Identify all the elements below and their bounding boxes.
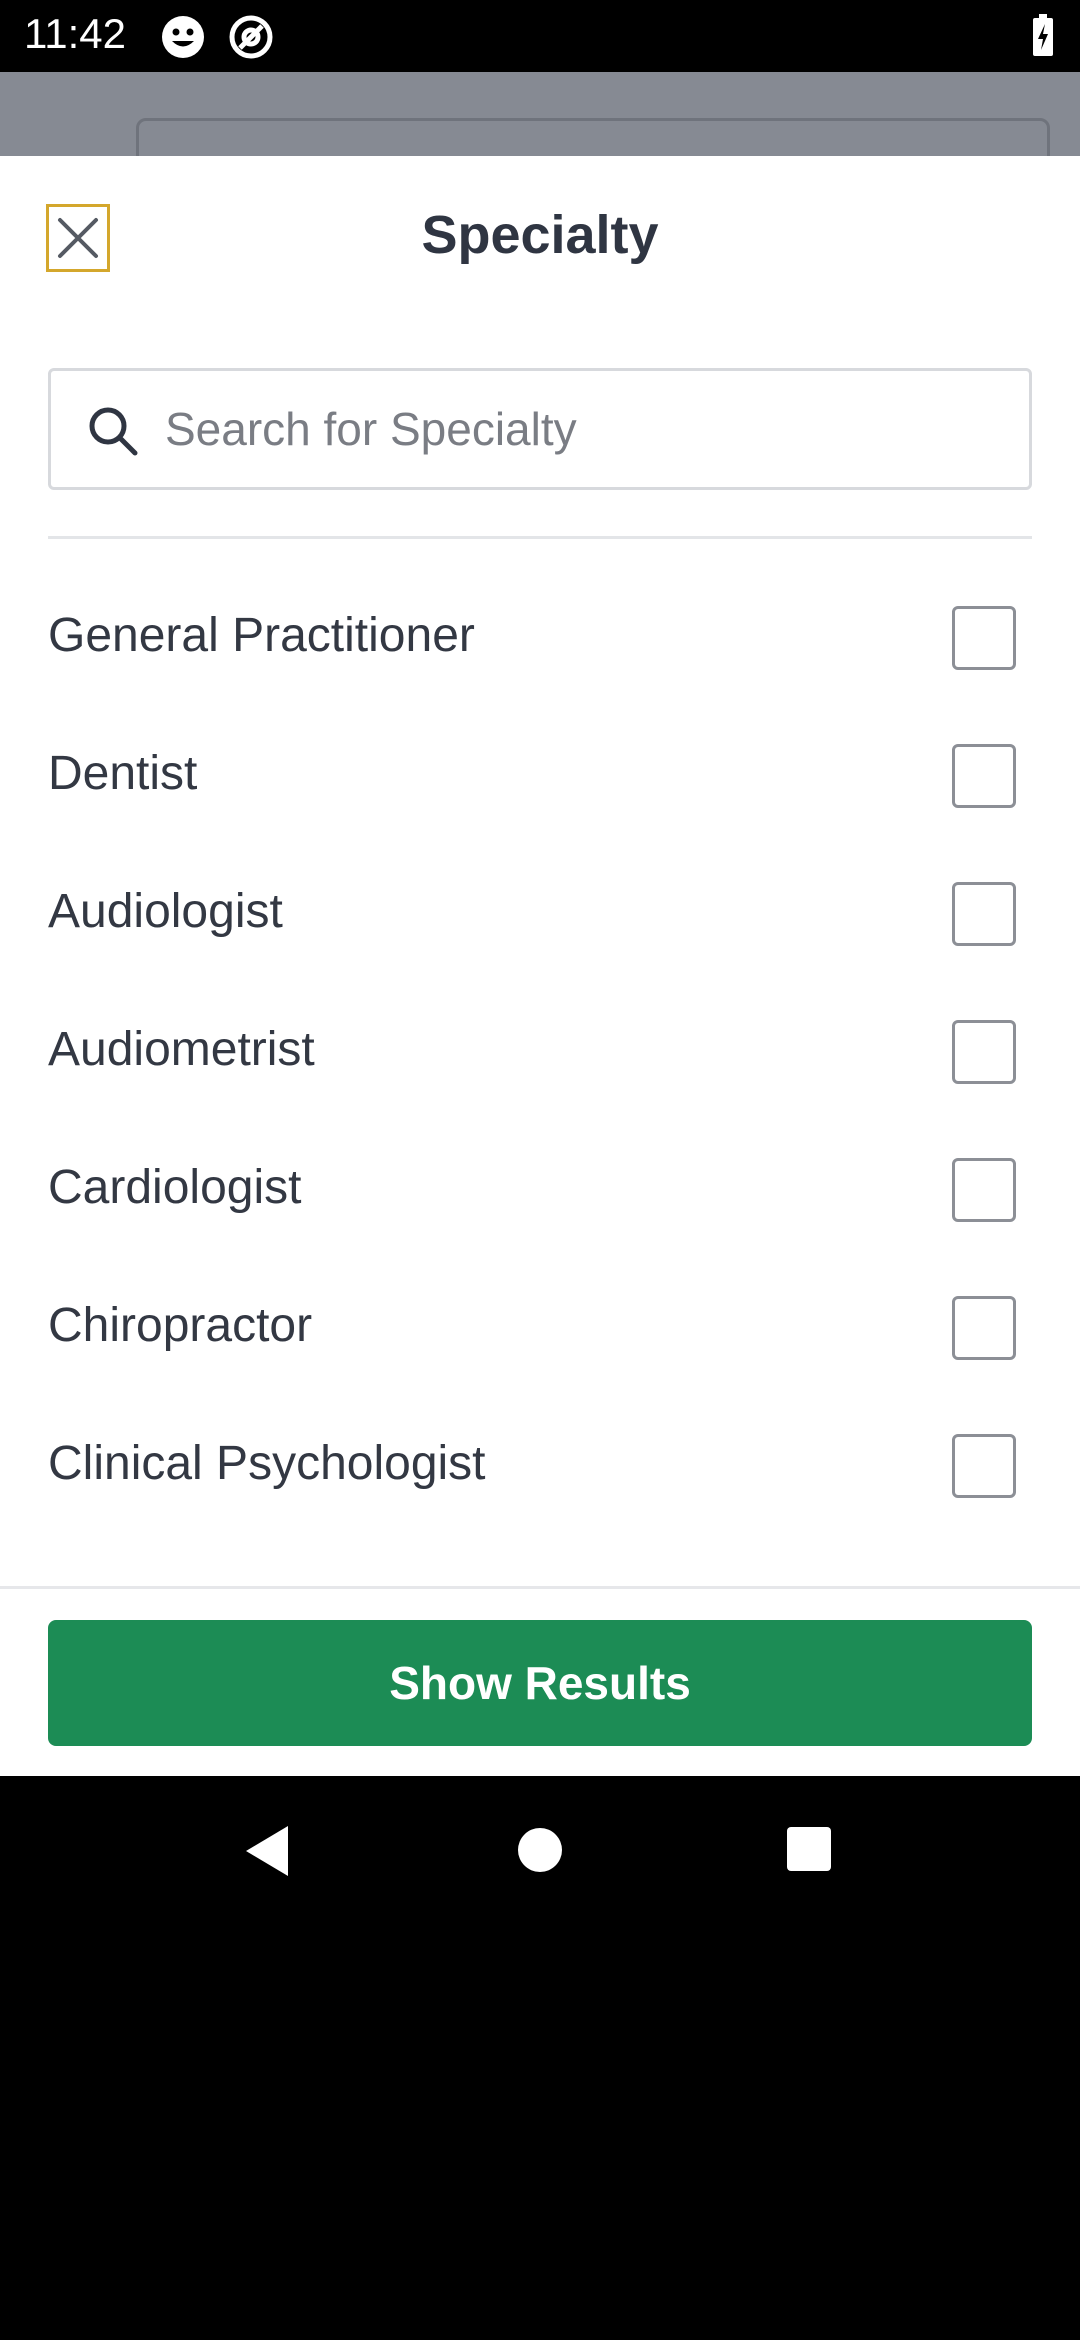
backdrop-field [136,118,1050,156]
at-sign-icon [229,15,273,59]
recents-icon[interactable] [786,1826,832,1872]
face-icon [162,16,204,58]
checkbox-cardiologist[interactable] [952,1158,1016,1222]
navigation-bar [0,1776,1080,1920]
search-box[interactable] [48,368,1032,490]
back-icon[interactable] [242,1824,292,1878]
home-icon[interactable] [516,1826,564,1874]
list-item-audiologist[interactable]: Audiologist [0,846,1080,984]
checkbox-general-practitioner[interactable] [952,606,1016,670]
item-label: Dentist [48,747,198,800]
footer-divider [0,1586,1080,1589]
list-item-general-practitioner[interactable]: General Practitioner [0,570,1080,708]
list-item-audiometrist[interactable]: Audiometrist [0,984,1080,1122]
item-label: General Practitioner [48,609,475,662]
status-bar: 11:42 [0,0,1080,72]
item-label: Cardiologist [48,1161,302,1214]
item-label: Audiometrist [48,1023,315,1076]
checkbox-audiologist[interactable] [952,882,1016,946]
checkbox-clinical-psychologist[interactable] [952,1434,1016,1498]
item-label: Audiologist [48,885,283,938]
battery-charging-icon [1033,14,1053,56]
sheet-title: Specialty [421,205,659,265]
divider [48,536,1032,539]
list-item-dentist[interactable]: Dentist [0,708,1080,846]
list-item-cardiologist[interactable]: Cardiologist [0,1122,1080,1260]
item-label: Chiropractor [48,1299,313,1352]
item-label: Clinical Psychologist [48,1437,486,1490]
checkbox-chiropractor[interactable] [952,1296,1016,1360]
specialty-sheet: Specialty General Practitioner Dentist A… [0,156,1080,1776]
checkbox-audiometrist[interactable] [952,1020,1016,1084]
dimmed-backdrop[interactable] [0,72,1080,156]
search-input[interactable] [165,371,1005,487]
checkbox-dentist[interactable] [952,744,1016,808]
search-icon [89,407,138,456]
list-item-clinical-psychologist[interactable]: Clinical Psychologist [0,1398,1080,1536]
list-item-chiropractor[interactable]: Chiropractor [0,1260,1080,1398]
show-results-button[interactable]: Show Results [48,1620,1032,1746]
status-time: 11:42 [24,10,126,57]
